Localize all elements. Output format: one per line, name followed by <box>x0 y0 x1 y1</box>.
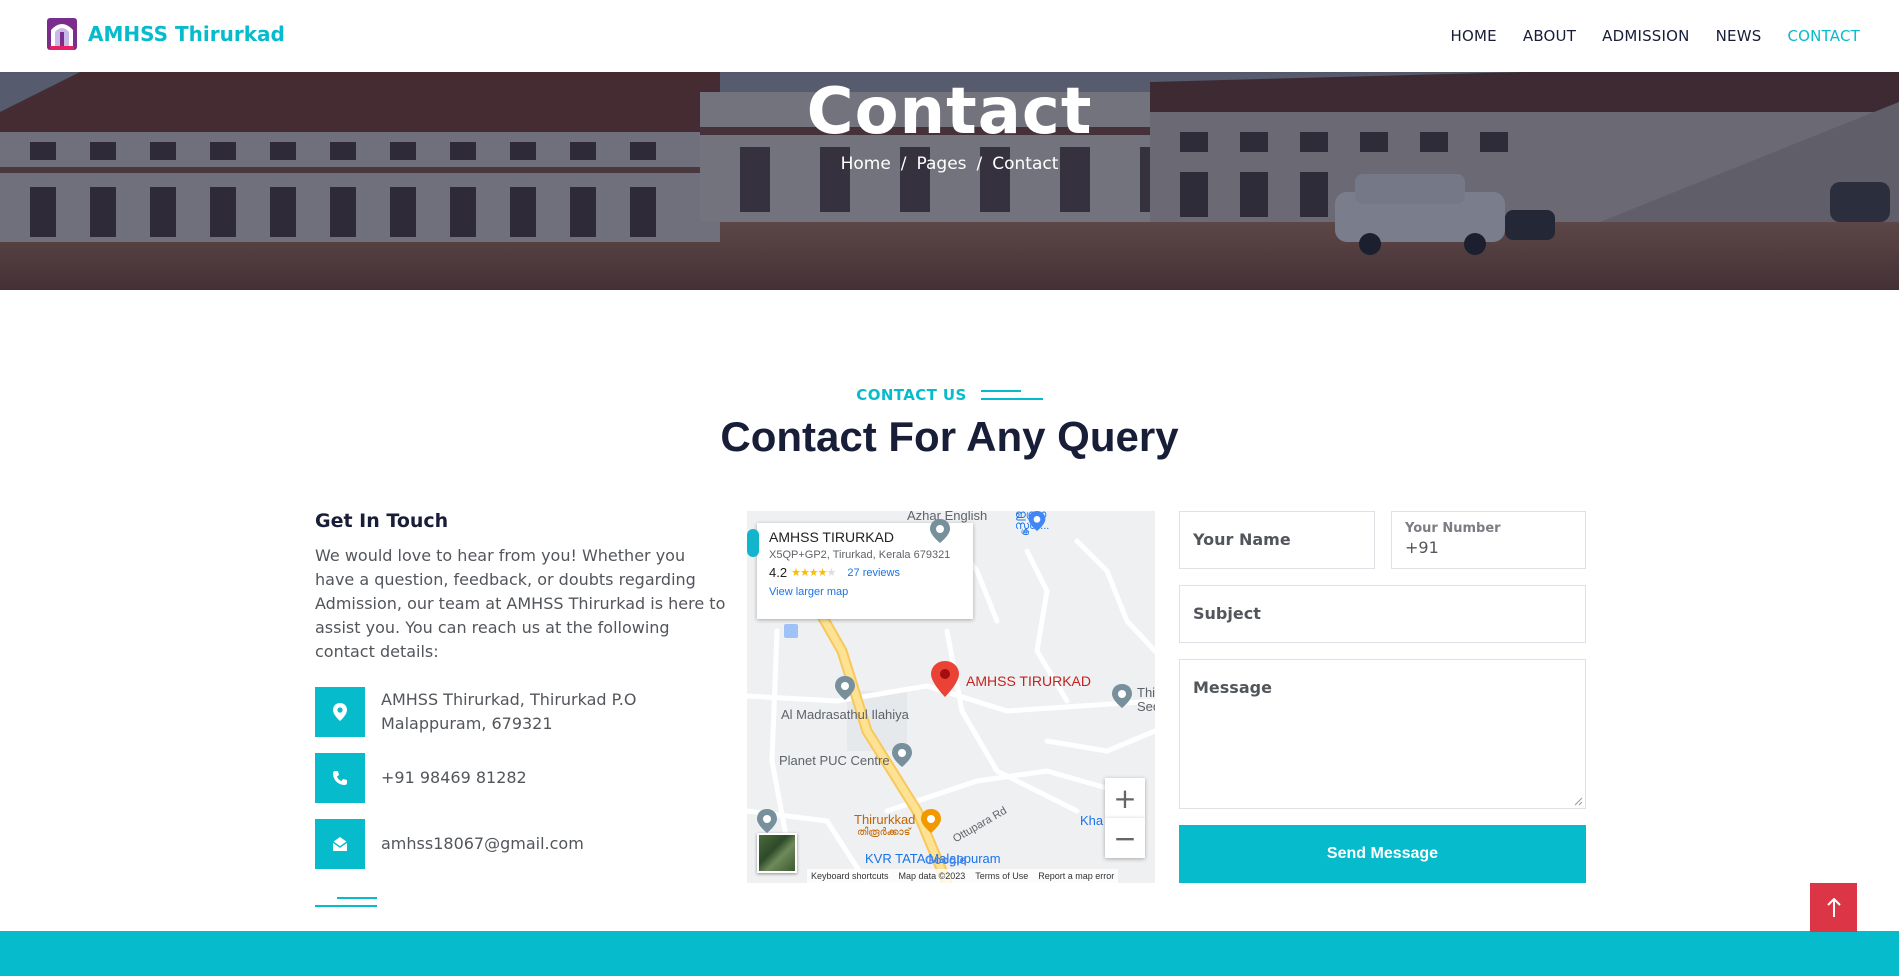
map-edge-marker-icon <box>747 529 759 557</box>
school-marker-icon <box>835 676 855 700</box>
nav-home[interactable]: HOME <box>1438 27 1510 45</box>
subject-placeholder: Subject <box>1193 604 1261 623</box>
map-data-text: Map data ©2023 <box>898 871 966 881</box>
map-label-thirurkkad-ml: തിരൂർക്കാട് <box>857 827 911 838</box>
school-marker-icon-2 <box>930 519 950 543</box>
address-text: AMHSS Thirurkad, Thirurkad P.O Malappura… <box>381 688 636 736</box>
breadcrumb-current: Contact <box>992 154 1059 174</box>
school-marker-icon-3 <box>1112 684 1132 708</box>
brand-name: AMHSS Thirurkad <box>88 22 285 46</box>
map-reviews-link[interactable]: 27 reviews <box>847 567 900 579</box>
map-label-thirurkkad: Thirurkkad <box>854 812 916 827</box>
report-map-error-link[interactable]: Report a map error <box>1038 871 1114 881</box>
keyboard-shortcuts-link[interactable]: Keyboard shortcuts <box>811 871 889 881</box>
section-title: Contact For Any Query <box>720 413 1179 460</box>
map-rating: 4.2 <box>769 565 788 580</box>
page-header-hero: Contact Home / Pages / Contact <box>0 72 1899 290</box>
map-place-address: X5QP+GP2, Tirurkad, Kerala 679321 <box>769 549 951 561</box>
phone-text[interactable]: +91 98469 81282 <box>381 766 527 790</box>
name-field[interactable]: Your Name <box>1179 511 1375 569</box>
satellite-toggle-button[interactable] <box>757 833 797 873</box>
breadcrumb-separator: / <box>976 154 983 174</box>
phone-icon <box>315 753 365 803</box>
main-nav: HOME ABOUT ADMISSION NEWS CONTACT <box>1438 0 1873 72</box>
back-to-top-button[interactable] <box>1810 883 1857 932</box>
number-label: Your Number <box>1405 521 1501 536</box>
map-label-planet: Planet PUC Centre <box>779 753 890 768</box>
map-label-thi: Thi <box>1137 685 1155 700</box>
map-rating-row: 4.2 ★★★★★ 27 reviews <box>769 565 961 580</box>
zoom-out-button[interactable]: − <box>1105 818 1145 858</box>
email-item: amhss18067@gmail.com <box>315 819 584 869</box>
map-label-sec: Sec <box>1137 699 1155 714</box>
page-title: Contact <box>806 75 1093 149</box>
nav-contact[interactable]: CONTACT <box>1774 27 1873 45</box>
zoom-in-button[interactable]: + <box>1105 778 1145 818</box>
send-message-button[interactable]: Send Message <box>1179 825 1586 883</box>
map-pin-label: AMHSS TIRURKAD <box>966 673 1091 689</box>
terms-link[interactable]: Terms of Use <box>975 871 1028 881</box>
google-map[interactable]: AMHSS TIRURKAD X5QP+GP2, Tirurkad, Keral… <box>747 511 1155 883</box>
location-icon <box>315 687 365 737</box>
school-logo-icon <box>47 18 77 50</box>
decorative-lines-left <box>315 896 727 908</box>
breadcrumb-home[interactable]: Home <box>841 154 891 174</box>
section-subtitle: CONTACT US <box>0 386 1899 907</box>
get-in-touch: Get In Touch We would love to hear from … <box>315 510 727 664</box>
number-field[interactable]: Your Number +91 <box>1391 511 1586 569</box>
address-item: AMHSS Thirurkad, Thirurkad P.O Malappura… <box>315 687 636 737</box>
map-footer: Keyboard shortcuts Map data ©2023 Terms … <box>807 869 1119 883</box>
navbar: AMHSS Thirurkad HOME ABOUT ADMISSION NEW… <box>0 0 1899 72</box>
restaurant-marker-icon <box>921 809 941 833</box>
get-in-touch-heading: Get In Touch <box>315 510 449 532</box>
breadcrumb-pages[interactable]: Pages <box>917 154 967 174</box>
star-rating-icon: ★★★★★ <box>791 567 836 579</box>
nav-news[interactable]: NEWS <box>1703 27 1775 45</box>
section-subtitle-label: CONTACT US <box>856 386 967 404</box>
breadcrumb-separator: / <box>900 154 907 174</box>
number-value: +91 <box>1405 538 1439 557</box>
message-field[interactable]: Message <box>1179 659 1586 809</box>
envelope-open-icon <box>315 819 365 869</box>
subject-field[interactable]: Subject <box>1179 585 1586 643</box>
google-logo: Google <box>925 853 967 867</box>
breadcrumb: Home / Pages / Contact <box>0 154 1899 174</box>
map-label-madrasa: Al Madrasathul Ilahiya <box>781 707 909 722</box>
footer <box>0 931 1899 976</box>
address-line-2: Malappuram, 679321 <box>381 714 553 733</box>
nav-admission[interactable]: ADMISSION <box>1589 27 1702 45</box>
view-larger-map-link[interactable]: View larger map <box>769 586 961 598</box>
brand-link[interactable]: AMHSS Thirurkad <box>46 16 285 52</box>
name-placeholder: Your Name <box>1193 530 1291 549</box>
nav-about[interactable]: ABOUT <box>1510 27 1589 45</box>
school-marker-icon-4 <box>757 809 777 833</box>
email-text[interactable]: amhss18067@gmail.com <box>381 832 584 856</box>
place-marker-icon <box>892 743 912 767</box>
place-marker-icon-blue <box>1028 511 1046 531</box>
decorative-lines-right <box>980 389 1043 401</box>
address-line-1: AMHSS Thirurkad, Thirurkad P.O <box>381 690 637 709</box>
message-placeholder: Message <box>1193 678 1272 697</box>
phone-item: +91 98469 81282 <box>315 753 527 803</box>
resize-handle-icon[interactable] <box>1573 796 1583 806</box>
get-in-touch-text: We would love to hear from you! Whether … <box>315 546 726 661</box>
map-label-kha: Kha <box>1080 813 1104 828</box>
arrow-up-icon <box>1826 897 1841 917</box>
map-pin-icon[interactable] <box>931 661 959 697</box>
